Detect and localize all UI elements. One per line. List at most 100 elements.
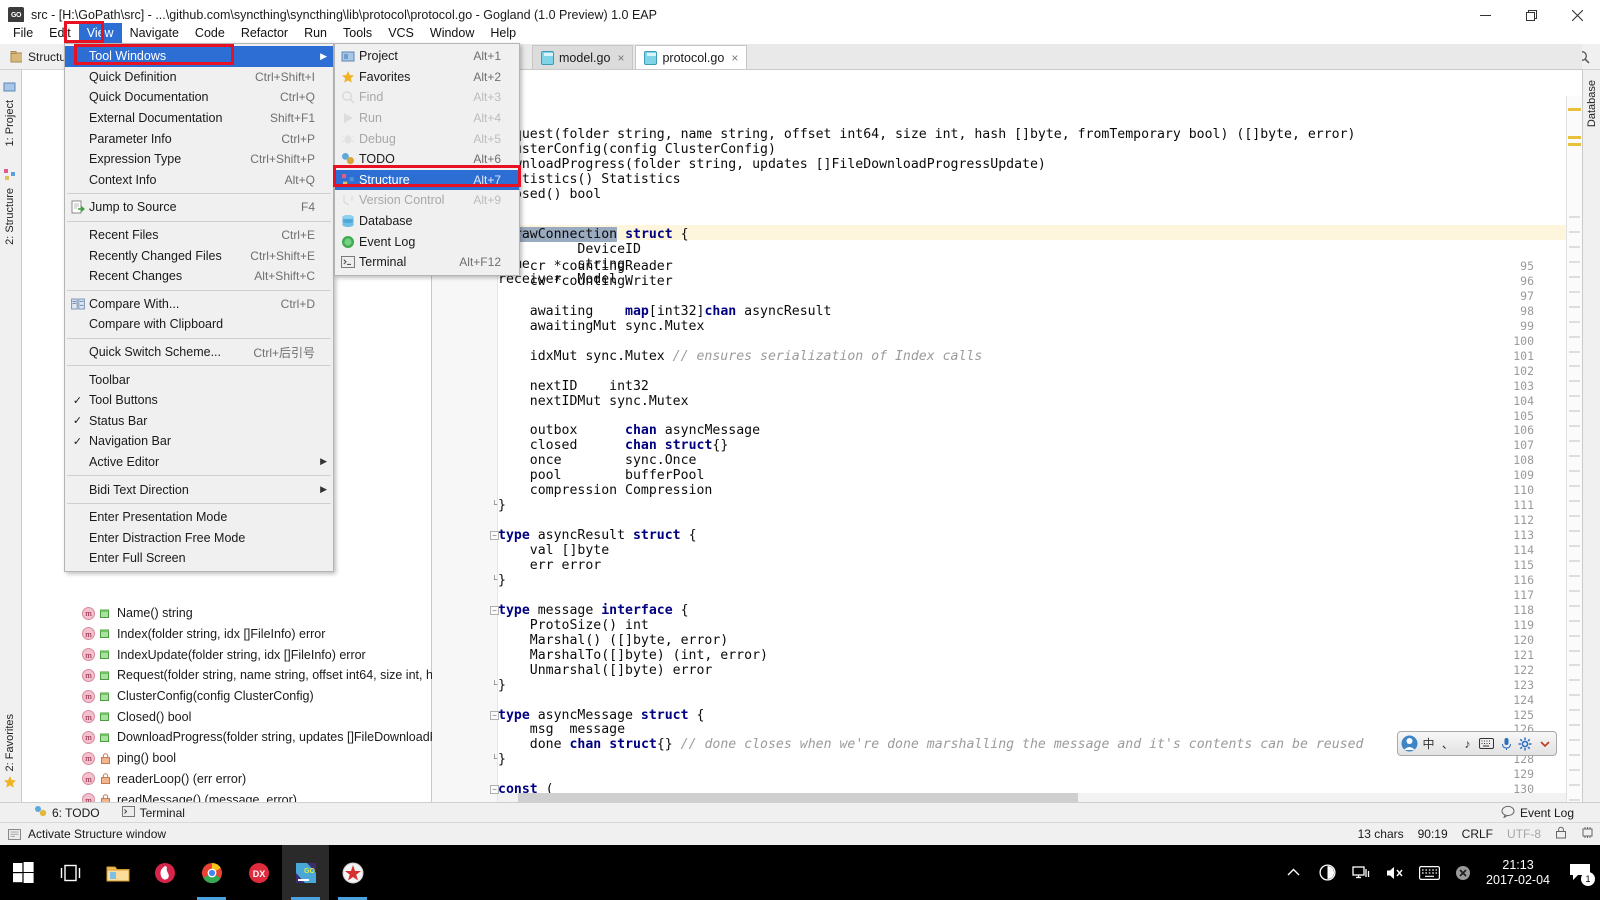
editor-horizontal-scrollbar[interactable] [498,793,1566,802]
menu-item-recent-changes[interactable]: Recent ChangesAlt+Shift+C [65,266,333,287]
ime-mic-icon[interactable] [1497,733,1515,754]
ime-keyboard-icon[interactable] [1412,845,1446,900]
editor-tab-model-go[interactable]: model.go × [532,45,633,69]
warning-stripe[interactable] [1568,108,1581,111]
ime-punctuation[interactable]: 、 [1439,733,1457,754]
menu-item-database[interactable]: Database [335,211,519,232]
ime-chinese-mode[interactable]: 中 [1419,733,1437,754]
menu-item-quick-switch-scheme[interactable]: Quick Switch Scheme...Ctrl+后引号 [65,342,333,363]
menu-item-compare-with[interactable]: Compare With...Ctrl+D [65,294,333,315]
wps-icon[interactable] [329,845,376,900]
menu-item-event-log[interactable]: Event Log [335,231,519,252]
menu-item-navigation-bar[interactable]: ✓Navigation Bar [65,431,333,452]
editor-tab-protocol-go[interactable]: protocol.go × [635,45,747,69]
close-icon[interactable]: × [617,51,624,65]
ime-logo-icon[interactable] [1400,733,1418,754]
screen-recorder-icon[interactable] [1310,845,1344,900]
menu-item-tool-windows[interactable]: Tool Windows▶ [65,46,333,67]
menu-edit[interactable]: Edit [41,23,79,43]
structure-list-item[interactable]: mClusterConfig(config ClusterConfig) [22,686,432,707]
menu-view[interactable]: View [79,23,122,43]
sidebar-tab-favorites[interactable]: 2: Favorites [2,710,18,775]
line-number-gutter[interactable] [432,236,498,802]
warning-stripe[interactable] [1568,136,1581,139]
status-caret-position[interactable]: 90:19 [1418,827,1448,841]
lock-icon[interactable] [1555,826,1567,842]
menu-item-active-editor[interactable]: Active Editor▶ [65,452,333,473]
structure-list-item[interactable]: mIndex(folder string, idx []FileInfo) er… [22,624,432,645]
ime-toolbar[interactable]: 中 、 ♪ [1397,731,1557,756]
notification-center-button[interactable]: 1 [1560,845,1600,900]
star-icon[interactable] [3,775,18,790]
code-fold-end[interactable]: └ [490,681,499,690]
menu-run[interactable]: Run [296,23,335,43]
menu-item-context-info[interactable]: Context InfoAlt+Q [65,170,333,191]
menu-item-structure[interactable]: StructureAlt+7 [335,170,519,191]
menu-item-parameter-info[interactable]: Parameter InfoCtrl+P [65,128,333,149]
status-line-separator[interactable]: CRLF [1462,827,1493,841]
code-fold-end[interactable]: └ [490,576,499,585]
task-view-icon[interactable] [47,845,94,900]
menu-item-quick-documentation[interactable]: Quick DocumentationCtrl+Q [65,87,333,108]
error-stripe-marker-bar[interactable] [1566,96,1582,802]
ime-keyboard-icon[interactable] [1478,733,1496,754]
warning-stripe[interactable] [1568,143,1581,146]
ime-halfwidth[interactable]: ♪ [1458,733,1476,754]
code-fold-toggle[interactable]: − [490,606,499,615]
security-warning-icon[interactable] [1446,845,1480,900]
menu-item-enter-distraction-free-mode[interactable]: Enter Distraction Free Mode [65,527,333,548]
kugou-icon[interactable] [141,845,188,900]
code-fold-toggle[interactable]: − [490,711,499,720]
code-editor[interactable]: Request(folder string, name string, offs… [432,70,1582,802]
menu-item-project[interactable]: ProjectAlt+1 [335,46,519,67]
project-tab-icon[interactable] [3,80,18,95]
dx-icon[interactable]: DX [235,845,282,900]
sidebar-tab-database[interactable]: Database [1584,76,1600,131]
code-fold-end[interactable]: └ [490,501,499,510]
menu-item-tool-buttons[interactable]: ✓Tool Buttons [65,390,333,411]
menu-item-bidi-text-direction[interactable]: Bidi Text Direction▶ [65,479,333,500]
structure-list-item[interactable]: mreaderLoop() (err error) [22,769,432,790]
menu-item-favorites[interactable]: FavoritesAlt+2 [335,67,519,88]
menu-item-toolbar[interactable]: Toolbar [65,369,333,390]
menu-item-todo[interactable]: TODOAlt+6 [335,149,519,170]
menu-item-recently-changed-files[interactable]: Recently Changed FilesCtrl+Shift+E [65,245,333,266]
structure-list-item[interactable]: mClosed() bool [22,707,432,728]
start-button[interactable] [0,845,47,900]
code-fold-toggle[interactable]: − [490,531,499,540]
code-fold-end[interactable]: └ [490,755,499,764]
sidebar-tab-project[interactable]: 1: Project [2,96,18,150]
memory-indicator-icon[interactable] [1581,826,1594,842]
chrome-icon[interactable] [188,845,235,900]
gogland-icon[interactable]: GO [282,845,329,900]
menu-help[interactable]: Help [482,23,524,43]
menu-item-jump-to-source[interactable]: Jump to SourceF4 [65,197,333,218]
menu-item-compare-with-clipboard[interactable]: Compare with Clipboard [65,314,333,335]
structure-list-item[interactable]: mName() string [22,603,432,624]
structure-tab-icon[interactable] [3,168,18,183]
structure-list-item[interactable]: mIndexUpdate(folder string, idx []FileIn… [22,644,432,665]
menu-item-external-documentation[interactable]: External DocumentationShift+F1 [65,108,333,129]
taskbar-clock[interactable]: 21:13 2017-02-04 [1480,858,1560,888]
status-encoding[interactable]: UTF-8 [1507,827,1541,841]
structure-list-item[interactable]: mDownloadProgress(folder string, updates… [22,727,432,748]
network-icon[interactable] [1344,845,1378,900]
ime-expand-icon[interactable] [1536,733,1554,754]
menu-window[interactable]: Window [422,23,482,43]
menu-tools[interactable]: Tools [335,23,380,43]
menu-item-quick-definition[interactable]: Quick DefinitionCtrl+Shift+I [65,67,333,88]
file-explorer-icon[interactable] [94,845,141,900]
structure-list-item[interactable]: mRequest(folder string, name string, off… [22,665,432,686]
menu-item-enter-full-screen[interactable]: Enter Full Screen [65,548,333,569]
menu-vcs[interactable]: VCS [380,23,422,43]
menu-navigate[interactable]: Navigate [122,23,187,43]
sidebar-tab-structure[interactable]: 2: Structure [2,184,18,249]
menu-refactor[interactable]: Refactor [233,23,296,43]
menu-item-terminal[interactable]: TerminalAlt+F12 [335,252,519,273]
show-hidden-icons-chevron[interactable] [1276,845,1310,900]
menu-code[interactable]: Code [187,23,233,43]
bottom-tab-terminal[interactable]: Terminal [112,805,197,821]
menu-item-expression-type[interactable]: Expression TypeCtrl+Shift+P [65,149,333,170]
menu-item-recent-files[interactable]: Recent FilesCtrl+E [65,225,333,246]
scrollbar-thumb[interactable] [518,793,1078,802]
